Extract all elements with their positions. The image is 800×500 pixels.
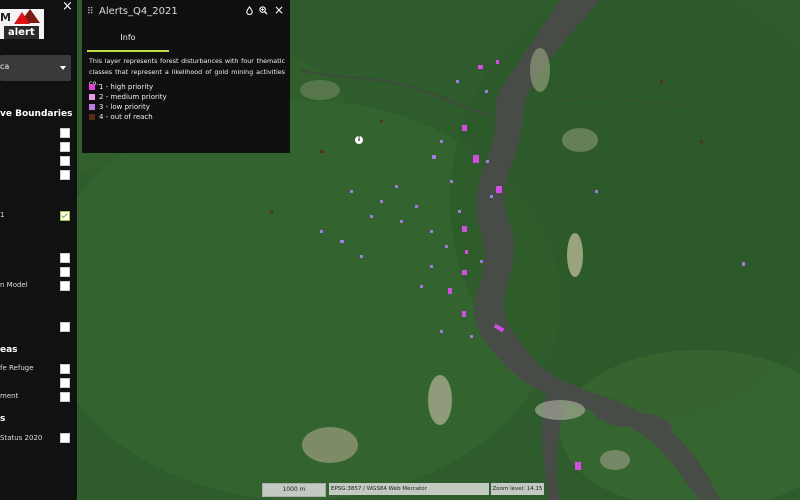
- area-checkbox-3[interactable]: [60, 392, 70, 402]
- legend-swatch: [89, 94, 95, 100]
- app-logo: M alert: [0, 9, 44, 39]
- layer-checkbox-7[interactable]: [60, 267, 70, 277]
- chevron-down-icon: [60, 66, 66, 70]
- layer-checkbox-9[interactable]: [60, 322, 70, 332]
- legend-swatch: [89, 84, 95, 90]
- layer-checkbox-1[interactable]: [60, 128, 70, 138]
- panel-header: ⠿ Alerts_Q4_2021 ×: [82, 0, 290, 24]
- drag-handle-icon[interactable]: ⠿: [87, 7, 94, 17]
- legend-swatch: [89, 114, 95, 120]
- logo-prefix: M: [0, 11, 11, 24]
- scale-bar: 1000 m: [262, 483, 326, 497]
- warning-icon: [14, 12, 30, 24]
- legend-swatch: [89, 104, 95, 110]
- zoom-level: Zoom level: 14.15: [491, 483, 544, 495]
- status-checkbox[interactable]: [60, 433, 70, 443]
- layer-checkbox-3[interactable]: [60, 156, 70, 166]
- close-icon[interactable]: ×: [62, 0, 73, 14]
- legend-label: 3 - low priority: [99, 103, 150, 111]
- droplet-icon[interactable]: [245, 5, 254, 18]
- layer-info-panel: ⠿ Alerts_Q4_2021 × Info This layer repre…: [82, 0, 363, 153]
- section-boundaries: ve Boundaries: [0, 109, 73, 119]
- logo-text: alert: [4, 26, 39, 39]
- section-s: s: [0, 414, 6, 424]
- legend-label: 1 - high priority: [99, 83, 154, 91]
- layer-label-8: n Model: [0, 281, 28, 289]
- legend-item: 2 - medium priority: [89, 93, 167, 101]
- layer-checkbox-6[interactable]: [60, 253, 70, 263]
- layer-checkbox-2[interactable]: [60, 142, 70, 152]
- section-areas: eas: [0, 345, 18, 355]
- layer-checkbox-4[interactable]: [60, 170, 70, 180]
- panel-title: Alerts_Q4_2021: [99, 6, 178, 17]
- region-select-value: ca: [0, 62, 10, 71]
- legend-label: 4 - out of reach: [99, 113, 153, 121]
- legend-label: 2 - medium priority: [99, 93, 167, 101]
- status-label: Status 2020: [0, 434, 43, 442]
- tab-info[interactable]: Info: [87, 26, 169, 52]
- region-select[interactable]: ca: [0, 55, 71, 81]
- close-icon[interactable]: ×: [274, 3, 284, 17]
- area-checkbox-1[interactable]: [60, 364, 70, 374]
- layer-checkbox-5[interactable]: [60, 211, 70, 221]
- sidebar: M alert × ca ve Boundaries 1 n Model eas…: [0, 0, 77, 500]
- info-icon[interactable]: i: [355, 136, 363, 144]
- zoom-in-icon[interactable]: [259, 6, 268, 18]
- projection-label: EPSG:3857 / WGS84 Web Mercator: [329, 483, 489, 495]
- legend-item: 4 - out of reach: [89, 113, 153, 121]
- layer-label-5: 1: [0, 211, 5, 219]
- area-label-3: ment: [0, 392, 19, 400]
- legend-item: 3 - low priority: [89, 103, 150, 111]
- layer-checkbox-8[interactable]: [60, 281, 70, 291]
- area-label-1: fe Refuge: [0, 364, 34, 372]
- area-checkbox-2[interactable]: [60, 378, 70, 388]
- legend-item: 1 - high priority: [89, 83, 153, 91]
